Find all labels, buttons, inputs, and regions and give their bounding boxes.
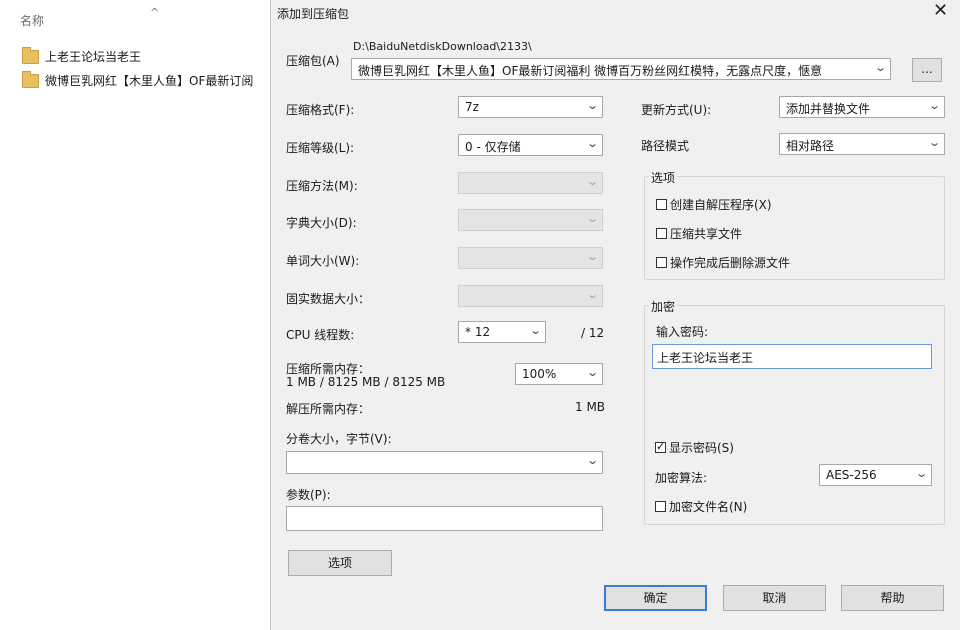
volume-label: 分卷大小，字节(V): bbox=[286, 432, 392, 446]
dict-select[interactable]: ⌄ bbox=[458, 209, 603, 231]
close-icon[interactable]: ✕ bbox=[933, 2, 948, 20]
format-label: 压缩格式(F): bbox=[286, 103, 355, 117]
dict-label: 字典大小(D): bbox=[286, 216, 357, 230]
mem-decompress-label: 解压所需内存： bbox=[286, 402, 371, 416]
update-value: 添加并替换文件 bbox=[786, 102, 871, 116]
cpu-max: / 12 bbox=[581, 326, 605, 340]
dialog-title: 添加到压缩包 bbox=[277, 7, 350, 21]
chevron-down-icon: ⌄ bbox=[585, 454, 599, 467]
chevron-down-icon: ⌄ bbox=[927, 99, 941, 112]
chevron-down-icon: ⌄ bbox=[585, 250, 599, 263]
checkbox-unchecked bbox=[655, 501, 666, 512]
word-label: 单词大小(W): bbox=[286, 254, 360, 268]
sfx-checkbox-label: 创建自解压程序(X) bbox=[670, 198, 772, 212]
pathmode-label: 路径模式 bbox=[641, 139, 690, 153]
chevron-down-icon: ⌄ bbox=[585, 99, 599, 112]
password-label: 输入密码: bbox=[656, 325, 709, 339]
browse-button[interactable]: ... bbox=[912, 58, 942, 82]
params-input[interactable] bbox=[286, 506, 603, 531]
encryption-method-select[interactable]: AES-256 ⌄ bbox=[819, 464, 932, 486]
shared-checkbox-label: 压缩共享文件 bbox=[670, 227, 743, 241]
cpu-label: CPU 线程数: bbox=[286, 328, 355, 342]
ok-button[interactable]: 确定 bbox=[604, 585, 707, 611]
format-value: 7z bbox=[465, 100, 479, 114]
solid-label: 固实数据大小： bbox=[286, 292, 371, 306]
chevron-down-icon: ⌄ bbox=[585, 366, 599, 379]
options-button[interactable]: 选项 bbox=[288, 550, 392, 576]
update-mode-select[interactable]: 添加并替换文件 ⌄ bbox=[779, 96, 945, 118]
column-header-name[interactable]: 名称 bbox=[20, 12, 44, 29]
word-select[interactable]: ⌄ bbox=[458, 247, 603, 269]
sort-ascending-icon: ^ bbox=[150, 6, 160, 19]
mem-compress-detail: 1 MB / 8125 MB / 8125 MB bbox=[286, 375, 446, 389]
chevron-down-icon: ⌄ bbox=[927, 136, 941, 149]
mem-percent-value: 100% bbox=[522, 367, 557, 381]
chevron-down-icon: ⌄ bbox=[528, 324, 542, 337]
file-item-label: 上老王论坛当老王 bbox=[45, 50, 142, 64]
checkbox-unchecked bbox=[656, 199, 667, 210]
format-select[interactable]: 7z ⌄ bbox=[458, 96, 603, 118]
chevron-down-icon: ⌄ bbox=[873, 61, 887, 74]
mem-percent-select[interactable]: 100% ⌄ bbox=[515, 363, 603, 385]
chevron-down-icon: ⌄ bbox=[585, 175, 599, 188]
sfx-checkbox[interactable]: 创建自解压程序(X) bbox=[656, 196, 772, 213]
method-label: 压缩方法(M): bbox=[286, 179, 358, 193]
delete-after-checkbox-label: 操作完成后删除源文件 bbox=[670, 256, 791, 270]
encryption-group-title: 加密 bbox=[649, 298, 678, 315]
encrypt-names-checkbox[interactable]: 加密文件名(N) bbox=[655, 498, 747, 515]
add-to-archive-dialog: 添加到压缩包 ✕ 压缩包(A) D:\BaiduNetdiskDownload\… bbox=[270, 0, 960, 630]
show-password-checkbox[interactable]: 显示密码(S) bbox=[655, 439, 734, 456]
solid-select[interactable]: ⌄ bbox=[458, 285, 603, 307]
file-item[interactable]: 微博巨乳网红【木里人鱼】OF最新订阅 bbox=[22, 70, 254, 89]
level-label: 压缩等级(L): bbox=[286, 141, 355, 155]
chevron-down-icon: ⌄ bbox=[585, 288, 599, 301]
password-input[interactable]: 上老王论坛当老王 bbox=[652, 344, 932, 369]
archive-path: D:\BaiduNetdiskDownload\2133\ bbox=[353, 40, 532, 53]
password-value: 上老王论坛当老王 bbox=[657, 351, 754, 365]
path-mode-select[interactable]: 相对路径 ⌄ bbox=[779, 133, 945, 155]
level-select[interactable]: 0 - 仅存储 ⌄ bbox=[458, 134, 603, 156]
chevron-down-icon: ⌄ bbox=[585, 212, 599, 225]
archive-name-value: 微博巨乳网红【木里人鱼】OF最新订阅福利 微博百万粉丝网红模特，无露点尺度，惬意 bbox=[358, 64, 823, 78]
encryption-method-label: 加密算法: bbox=[655, 471, 708, 485]
cpu-value: * 12 bbox=[465, 325, 491, 339]
folder-icon bbox=[22, 46, 39, 64]
shared-files-checkbox[interactable]: 压缩共享文件 bbox=[656, 225, 742, 242]
options-group-title: 选项 bbox=[649, 169, 678, 186]
chevron-down-icon: ⌄ bbox=[585, 137, 599, 150]
volume-size-combo[interactable]: ⌄ bbox=[286, 451, 603, 474]
level-value: 0 - 仅存储 bbox=[465, 140, 521, 154]
file-item[interactable]: 上老王论坛当老王 bbox=[22, 46, 142, 65]
archive-name-combo[interactable]: 微博巨乳网红【木里人鱼】OF最新订阅福利 微博百万粉丝网红模特，无露点尺度，惬意… bbox=[351, 58, 891, 80]
file-item-label: 微博巨乳网红【木里人鱼】OF最新订阅 bbox=[45, 74, 254, 88]
method-select[interactable]: ⌄ bbox=[458, 172, 603, 194]
pathmode-value: 相对路径 bbox=[786, 139, 835, 153]
chevron-down-icon: ⌄ bbox=[914, 467, 928, 480]
params-label: 参数(P): bbox=[286, 488, 331, 502]
encrypt-names-label: 加密文件名(N) bbox=[669, 500, 748, 514]
checkbox-unchecked bbox=[656, 228, 667, 239]
update-label: 更新方式(U): bbox=[641, 103, 712, 117]
show-password-label: 显示密码(S) bbox=[669, 441, 734, 455]
mem-decompress-value: 1 MB bbox=[575, 400, 606, 414]
archive-label: 压缩包(A) bbox=[286, 54, 340, 68]
cancel-button[interactable]: 取消 bbox=[723, 585, 826, 611]
folder-icon bbox=[22, 70, 39, 88]
checkbox-unchecked bbox=[656, 257, 667, 268]
help-button[interactable]: 帮助 bbox=[841, 585, 944, 611]
cpu-threads-select[interactable]: * 12 ⌄ bbox=[458, 321, 546, 343]
encryption-method-value: AES-256 bbox=[826, 468, 877, 482]
checkbox-checked bbox=[655, 440, 666, 453]
delete-after-checkbox[interactable]: 操作完成后删除源文件 bbox=[656, 254, 790, 271]
